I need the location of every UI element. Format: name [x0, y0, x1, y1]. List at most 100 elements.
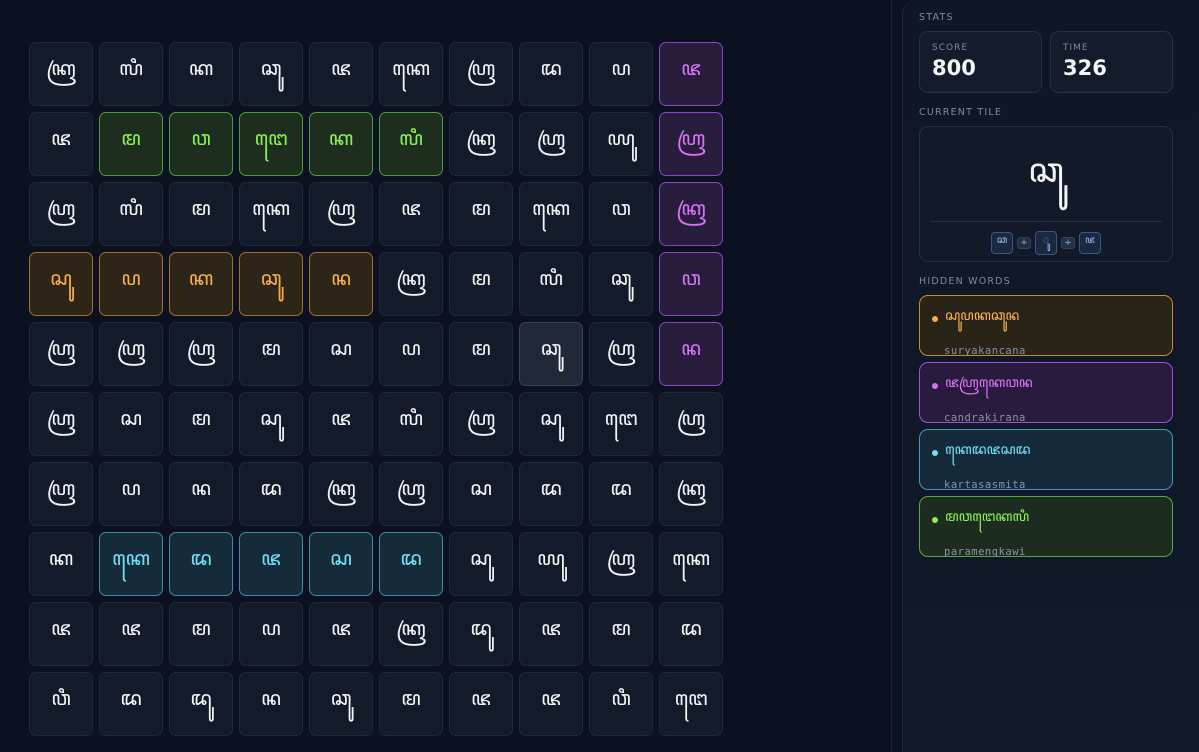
grid-tile[interactable]: ꦥ [379, 322, 443, 386]
grid-tile[interactable]: ꦩ [449, 322, 513, 386]
grid-tile[interactable]: ꦢ [519, 462, 583, 526]
grid-tile[interactable]: ꦗ [659, 42, 723, 106]
grid-tile[interactable]: ꦪꦸ [589, 112, 653, 176]
grid-tile[interactable]: ꦗ [99, 602, 163, 666]
grid-tile[interactable]: ꦱꦸ [29, 252, 93, 316]
grid-tile[interactable]: ꦏꦺ [519, 182, 583, 246]
grid-tile[interactable]: ꦢ [99, 672, 163, 736]
grid-tile[interactable]: ꦱꦸ [519, 392, 583, 456]
grid-tile[interactable]: ꦗ [519, 602, 583, 666]
grid-tile[interactable]: ꦲꦿ [449, 42, 513, 106]
grid-tile[interactable]: ꦏꦿ [29, 42, 93, 106]
grid-tile[interactable]: ꦮꦶ [29, 672, 93, 736]
grid-tile[interactable]: ꦪꦸ [519, 532, 583, 596]
grid-tile[interactable]: ꦩ [239, 322, 303, 386]
grid-tile[interactable]: ꦗ [29, 112, 93, 176]
grid-tile[interactable]: ꦏꦿ [449, 112, 513, 176]
grid-tile[interactable]: ꦲꦿ [659, 112, 723, 176]
grid-tile[interactable]: ꦩ [169, 602, 233, 666]
hidden-word-item[interactable]: ꦩꦮꦔꦺꦏꦭꦶ paramengkawi [919, 496, 1173, 558]
grid-tile[interactable]: ꦮ [659, 252, 723, 316]
grid-tile[interactable]: ꦏꦿ [659, 182, 723, 246]
grid-tile[interactable]: ꦱꦸ [239, 392, 303, 456]
grid-tile[interactable]: ꦩ [169, 182, 233, 246]
grid-tile[interactable]: ꦏꦺ [99, 532, 163, 596]
grid-tile[interactable]: ꦱ [309, 532, 373, 596]
grid-tile[interactable]: ꦕꦸ [589, 252, 653, 316]
grid-tile[interactable]: ꦲꦿ [29, 462, 93, 526]
grid-tile[interactable]: ꦤ [169, 462, 233, 526]
grid-tile[interactable]: ꦏ [29, 532, 93, 596]
grid-tile[interactable]: ꦩ [99, 112, 163, 176]
grid-tile[interactable]: ꦗ [379, 182, 443, 246]
grid-tile[interactable]: ꦭꦶ [379, 392, 443, 456]
grid-tile[interactable]: ꦏꦿ [309, 462, 373, 526]
grid-tile[interactable]: ꦗ [519, 672, 583, 736]
grid-tile[interactable]: ꦮꦶ [589, 672, 653, 736]
grid-tile[interactable]: ꦩ [449, 252, 513, 316]
grid-tile[interactable]: ꦢ [659, 602, 723, 666]
grid-tile[interactable]: ꦤ [309, 252, 373, 316]
grid-tile[interactable]: ꦩ [449, 182, 513, 246]
grid-tile[interactable]: ꦏ [169, 42, 233, 106]
grid-tile[interactable]: ꦕꦸ [309, 672, 373, 736]
grid-tile[interactable]: ꦱ [309, 322, 373, 386]
grid-tile[interactable]: ꦢ [239, 462, 303, 526]
grid-tile[interactable]: ꦩ [379, 672, 443, 736]
grid-tile[interactable]: ꦗ [309, 392, 373, 456]
grid-tile[interactable]: ꦥ [99, 252, 163, 316]
grid-tile[interactable]: ꦲꦿ [29, 182, 93, 246]
grid-tile[interactable]: ꦲꦿ [589, 532, 653, 596]
grid-tile[interactable]: ꦏꦺ [379, 42, 443, 106]
grid-tile[interactable]: ꦩ [589, 602, 653, 666]
grid-tile[interactable]: ꦭꦶ [99, 42, 163, 106]
grid-tile[interactable]: ꦤ [659, 322, 723, 386]
grid-tile[interactable]: ꦢ [589, 462, 653, 526]
grid-tile[interactable]: ꦢ [379, 532, 443, 596]
grid-tile[interactable]: ꦥ [99, 462, 163, 526]
grid-tile[interactable]: ꦗ [449, 672, 513, 736]
grid-tile[interactable]: ꦲꦿ [519, 112, 583, 176]
grid-tile[interactable]: ꦭꦶ [519, 252, 583, 316]
grid-tile[interactable]: ꦏꦿ [379, 252, 443, 316]
grid-tile[interactable]: ꦢ [169, 532, 233, 596]
hidden-word-item[interactable]: ꦗꦲꦿꦏꦺꦮꦤ candrakirana [919, 362, 1173, 424]
grid-tile[interactable]: ꦢ [519, 42, 583, 106]
grid-tile[interactable]: ꦲꦿ [29, 322, 93, 386]
grid-tile[interactable]: ꦔꦺ [659, 672, 723, 736]
grid-tile[interactable]: ꦢꦸ [169, 672, 233, 736]
grid-tile[interactable]: ꦩ [169, 392, 233, 456]
grid-tile[interactable]: ꦱꦸ [449, 532, 513, 596]
grid-tile[interactable]: ꦲꦿ [589, 322, 653, 386]
grid-tile[interactable]: ꦏꦿ [659, 462, 723, 526]
grid-tile[interactable]: ꦲꦿ [29, 392, 93, 456]
grid-tile[interactable]: ꦲꦿ [309, 182, 373, 246]
grid-tile[interactable]: ꦕꦸ [239, 252, 303, 316]
grid-tile[interactable]: ꦗ [29, 602, 93, 666]
grid-tile[interactable]: ꦮ [589, 182, 653, 246]
grid-tile[interactable]: ꦥ [239, 602, 303, 666]
grid-tile[interactable]: ꦱ [99, 392, 163, 456]
grid-tile[interactable]: ꦱ [449, 462, 513, 526]
hidden-word-item[interactable]: ꦏꦺꦢꦗꦱꦢ kartasasmita [919, 429, 1173, 491]
grid-tile[interactable]: ꦲꦿ [379, 462, 443, 526]
hidden-word-item[interactable]: ꦱꦸꦥꦏꦕꦸꦤ suryakancana [919, 295, 1173, 357]
grid-tile[interactable]: ꦲꦿ [169, 322, 233, 386]
grid-tile[interactable]: ꦮ [169, 112, 233, 176]
grid-tile[interactable]: ꦲꦿ [659, 392, 723, 456]
grid-tile[interactable]: ꦲꦿ [449, 392, 513, 456]
grid-tile[interactable]: ꦭꦶ [99, 182, 163, 246]
grid-tile[interactable]: ꦗ [239, 532, 303, 596]
grid-tile[interactable]: ꦤ [239, 672, 303, 736]
grid-tile[interactable]: ꦕꦸ [239, 42, 303, 106]
grid-tile[interactable]: ꦢꦸ [449, 602, 513, 666]
grid-tile[interactable]: ꦏ [309, 112, 373, 176]
grid-tile[interactable]: ꦏ [169, 252, 233, 316]
grid-tile[interactable]: ꦏꦺ [239, 182, 303, 246]
grid-tile[interactable]: ꦭꦶ [379, 112, 443, 176]
grid-tile[interactable]: ꦗ [309, 42, 373, 106]
grid-tile[interactable]: ꦗ [309, 602, 373, 666]
grid-tile[interactable]: ꦲꦿ [99, 322, 163, 386]
grid-tile[interactable]: ꦔꦺ [239, 112, 303, 176]
grid-tile[interactable]: ꦏꦿ [379, 602, 443, 666]
